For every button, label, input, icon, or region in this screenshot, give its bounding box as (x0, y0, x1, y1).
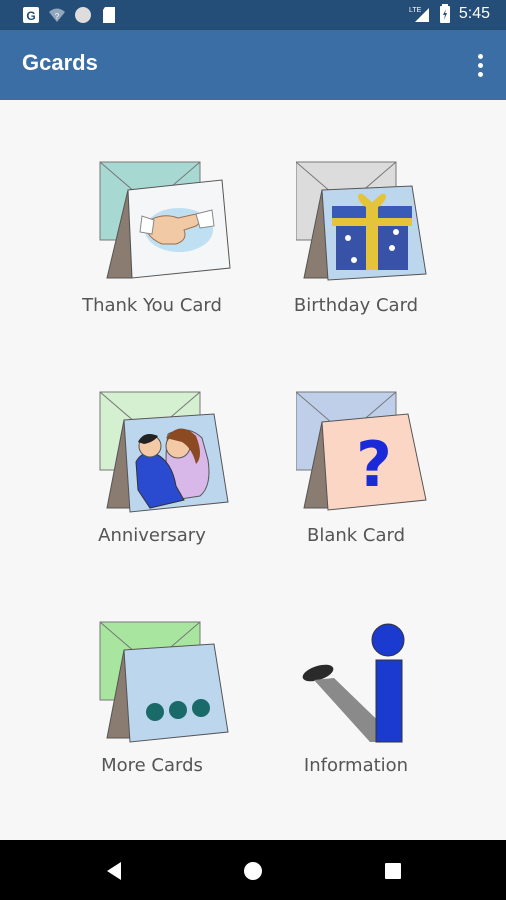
birthday-card-tile[interactable]: Birthday Card (256, 160, 456, 350)
more-cards-tile[interactable]: More Cards (52, 620, 252, 810)
more-vert-icon-dot (477, 71, 483, 77)
app-title: Gcards (22, 50, 98, 75)
thank-you-card-tile[interactable]: Thank You Card (52, 160, 252, 350)
info-icon (302, 623, 405, 743)
question-mark-glyph: ? (356, 428, 392, 501)
status-bar: G ? LTE 5:45 (0, 0, 506, 30)
signal-icon: LTE (409, 7, 429, 22)
g-notification-icon: G (23, 7, 39, 23)
birthday-card-label: Birthday Card (293, 295, 419, 316)
wifi-icon: ? (49, 8, 65, 22)
card-menu-grid: Thank You Card Birthday Card Anniversary… (0, 100, 506, 840)
status-time: 5:45 (458, 5, 490, 22)
network-type: LTE (409, 7, 422, 14)
svg-text:G: G (26, 9, 35, 23)
sd-card-icon (103, 7, 115, 23)
dots-card-icon (99, 621, 229, 743)
back-icon[interactable] (101, 858, 127, 884)
information-label: Information (303, 755, 409, 776)
more-vert-icon (477, 53, 483, 59)
blank-card-tile[interactable]: ? Blank Card (256, 390, 456, 580)
anniversary-card-label: Anniversary (98, 525, 206, 546)
gift-card-icon (296, 161, 427, 281)
thank-you-card-label: Thank You Card (82, 295, 222, 316)
blank-card-label: Blank Card (306, 525, 406, 546)
information-tile[interactable]: Information (256, 620, 456, 810)
couple-card-icon (99, 391, 229, 513)
question-card-icon: ? (296, 391, 427, 511)
anniversary-card-tile[interactable]: Anniversary (52, 390, 252, 580)
battery-icon (439, 4, 450, 23)
home-icon[interactable] (240, 858, 266, 884)
circle-icon (75, 7, 91, 23)
navigation-bar (0, 840, 506, 900)
status-left-icons: G ? (22, 6, 118, 24)
status-right-icons: LTE 5:45 (409, 4, 490, 24)
more-cards-label: More Cards (101, 755, 203, 776)
more-options-button[interactable] (468, 50, 492, 80)
more-vert-icon-dot (477, 62, 483, 68)
app-bar: Gcards (0, 30, 506, 100)
svg-text:?: ? (55, 12, 60, 21)
handshake-card-icon (99, 161, 231, 279)
recents-icon[interactable] (380, 858, 406, 884)
